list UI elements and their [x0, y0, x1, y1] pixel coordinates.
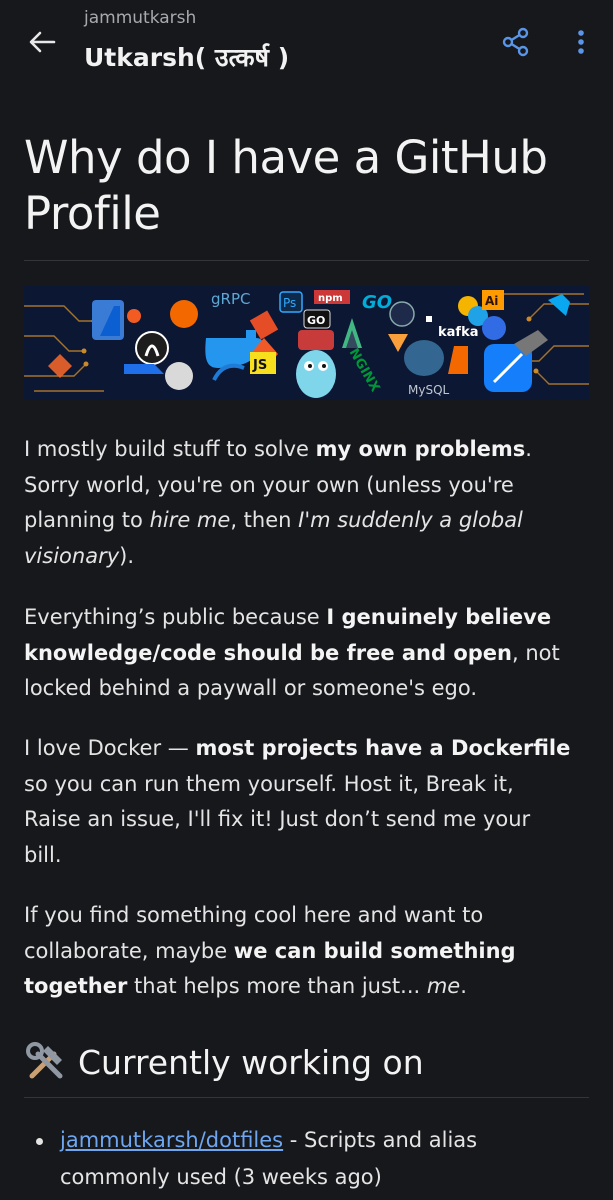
section-heading-text: Currently working on	[78, 1042, 424, 1082]
svg-text:Ps: Ps	[283, 296, 296, 310]
readme-title: Why do I have a GitHub Profile	[24, 131, 548, 240]
tech-logos-illustration: gRPC Ps npm GO JS GO NGINX kafka Ai MySQ…	[24, 290, 589, 398]
p4-text-2: that helps more than just...	[127, 974, 427, 998]
more-options-button[interactable]	[566, 24, 596, 60]
svg-text:JS: JS	[252, 358, 267, 373]
svg-text:MySQL: MySQL	[408, 383, 450, 397]
p1-text-3: , then	[230, 508, 299, 532]
p3-text-1: I love Docker —	[24, 736, 196, 760]
project-list: jammutkarsh/dotfiles - Scripts and alias…	[36, 1122, 576, 1196]
svg-text:kafka: kafka	[438, 325, 479, 340]
list-item: jammutkarsh/dotfiles - Scripts and alias…	[36, 1122, 576, 1196]
p3-text-2: so you can run them yourself. Host it, B…	[24, 771, 531, 867]
svg-text:Ai: Ai	[485, 294, 498, 308]
title-divider	[24, 260, 589, 261]
section-divider	[24, 1097, 589, 1098]
p2-text-1: Everything’s public because	[24, 605, 327, 629]
app-bar: jammutkarsh Utkarsh( उत्कर्ष )	[0, 0, 613, 84]
p1-bold-own-problems: my own problems	[315, 437, 526, 461]
p1-text-1: I mostly build stuff to solve	[24, 437, 316, 461]
svg-text:GO: GO	[307, 314, 325, 327]
svg-text:gRPC: gRPC	[211, 290, 250, 308]
bullet	[36, 1138, 43, 1145]
repo-link-dotfiles[interactable]: jammutkarsh/dotfiles	[60, 1128, 283, 1152]
paragraph-public: Everything’s public because I genuinely …	[24, 600, 574, 707]
repo-title: Utkarsh( उत्कर्ष )	[84, 43, 290, 72]
share-icon	[502, 27, 529, 57]
p1-italic-hire-me: hire me	[149, 508, 231, 532]
p3-bold-dockerfile: most projects have a Dockerfile	[195, 736, 571, 760]
tech-stack-banner: gRPC Ps npm GO JS GO NGINX kafka Ai MySQ…	[24, 286, 589, 400]
more-vert-icon	[578, 30, 584, 54]
p4-italic-me: me	[426, 974, 461, 998]
p1-text-4: ).	[119, 543, 135, 568]
paragraph-collaborate: If you find something cool here and want…	[24, 898, 574, 1005]
section-heading-currently-working: Currently working on	[24, 1040, 424, 1084]
arrow-left-icon	[29, 31, 56, 53]
paragraph-docker: I love Docker — most projects have a Doc…	[24, 731, 574, 873]
p4-text-3: .	[460, 974, 467, 998]
svg-text:NGINX: NGINX	[346, 346, 383, 394]
readme-header: Why do I have a GitHub Profile	[24, 130, 590, 261]
svg-text:npm: npm	[318, 293, 343, 304]
paragraph-own-problems: I mostly build stuff to solve my own pro…	[24, 432, 574, 574]
list-item-text: jammutkarsh/dotfiles - Scripts and alias…	[60, 1122, 576, 1196]
share-button[interactable]	[496, 24, 536, 60]
hammer-and-wrench-icon	[26, 1042, 63, 1079]
back-button[interactable]	[22, 24, 62, 60]
svg-text:GO: GO	[362, 292, 392, 313]
repo-owner: jammutkarsh	[84, 8, 197, 28]
